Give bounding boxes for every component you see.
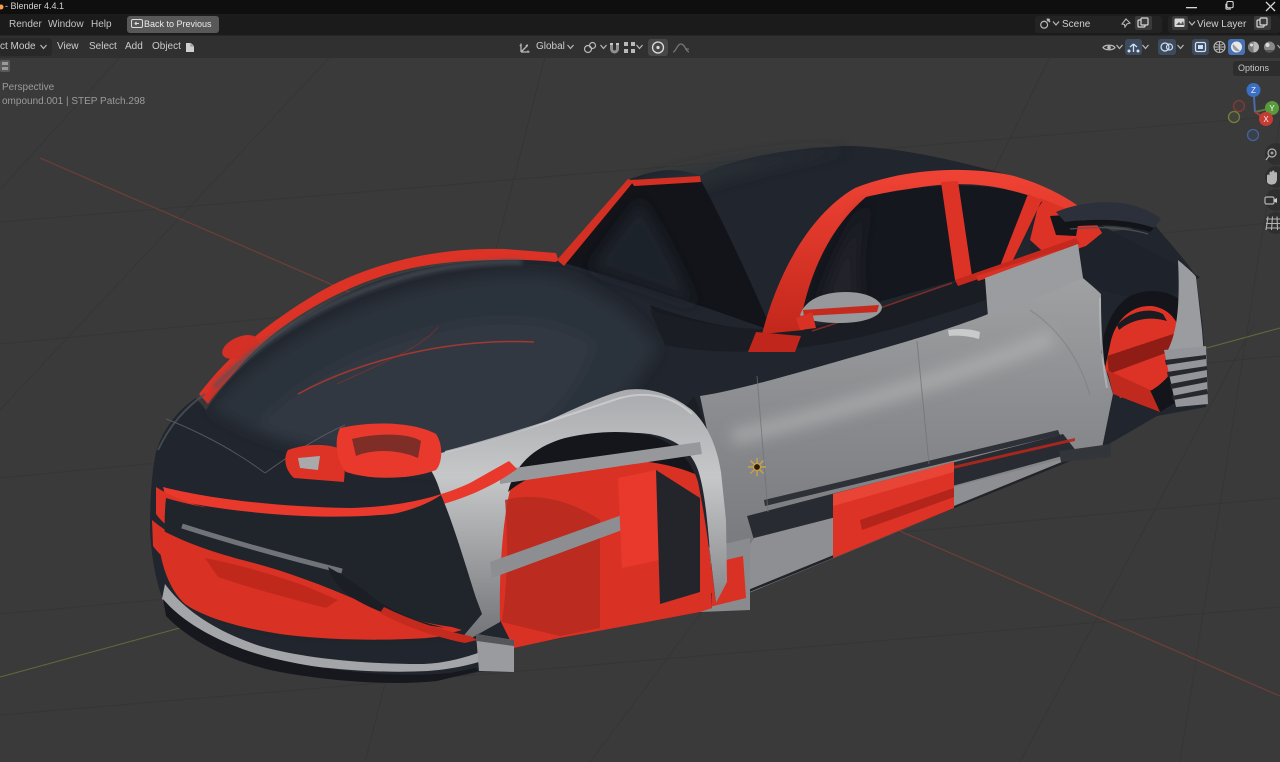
svg-text:Z: Z: [1251, 86, 1256, 95]
svg-text:X: X: [1263, 115, 1269, 124]
svg-text:Y: Y: [1269, 104, 1275, 113]
